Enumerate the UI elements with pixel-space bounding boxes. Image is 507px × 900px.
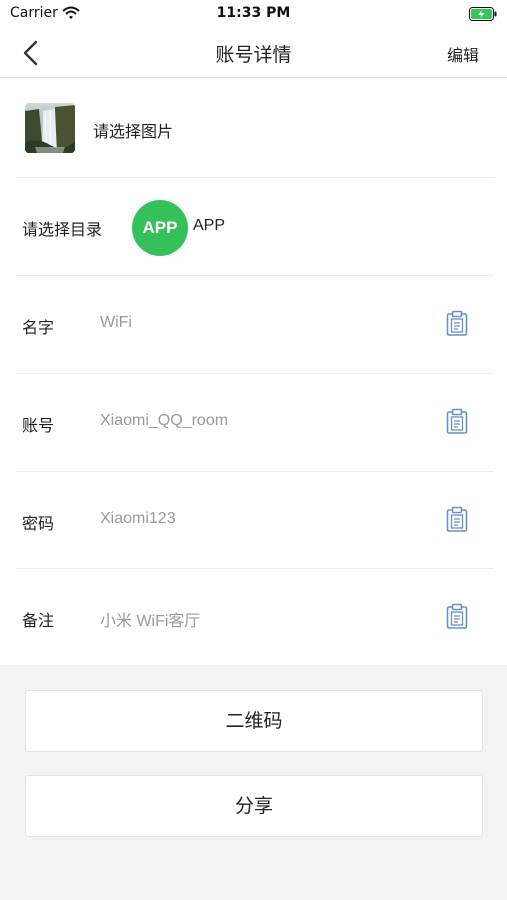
qr-code-button[interactable]: 二维码 xyxy=(25,690,483,752)
account-field[interactable]: Xiaomi_QQ_room xyxy=(100,412,228,430)
battery-charging-icon xyxy=(469,6,497,25)
action-area: 二维码 分享 xyxy=(0,665,507,900)
select-directory-label: 请选择目录 xyxy=(22,220,103,239)
directory-select-row[interactable]: 请选择目录 APP APP xyxy=(16,178,494,276)
name-field[interactable]: WiFi xyxy=(100,314,132,332)
select-image-label[interactable]: 请选择图片 xyxy=(93,118,173,142)
field-label: 密码 xyxy=(22,514,55,533)
field-row-name: 名字 WiFi xyxy=(16,276,494,374)
account-detail-form: 请选择图片 请选择目录 APP APP 名字 WiFi 账号 Xiaomi_QQ… xyxy=(0,79,507,665)
note-field[interactable]: 小米 WiFi客厅 xyxy=(100,607,200,631)
field-row-password: 密码 Xiaomi123 xyxy=(16,472,494,569)
page-title: 账号详情 xyxy=(215,44,292,66)
edit-button[interactable]: 编辑 xyxy=(447,42,479,66)
status-bar: Carrier 11:33 PM xyxy=(0,0,507,28)
field-label: 账号 xyxy=(22,416,55,435)
waterfall-image[interactable] xyxy=(25,103,75,153)
directory-name: APP xyxy=(193,217,226,234)
password-field[interactable]: Xiaomi123 xyxy=(100,510,176,528)
clipboard-icon[interactable] xyxy=(446,408,468,434)
share-button[interactable]: 分享 xyxy=(25,775,483,837)
field-label: 名字 xyxy=(22,318,55,337)
field-row-account: 账号 Xiaomi_QQ_room xyxy=(16,374,494,472)
navigation-bar: 账号详情 编辑 xyxy=(0,28,507,78)
clipboard-icon[interactable] xyxy=(446,506,468,532)
image-select-row[interactable]: 请选择图片 xyxy=(16,79,494,178)
field-row-note: 备注 小米 WiFi客厅 xyxy=(16,569,494,665)
app-directory-badge[interactable]: APP xyxy=(132,200,188,256)
clipboard-icon[interactable] xyxy=(446,310,468,336)
clipboard-icon[interactable] xyxy=(446,603,468,629)
field-label: 备注 xyxy=(22,611,55,630)
status-time: 11:33 PM xyxy=(216,5,291,21)
